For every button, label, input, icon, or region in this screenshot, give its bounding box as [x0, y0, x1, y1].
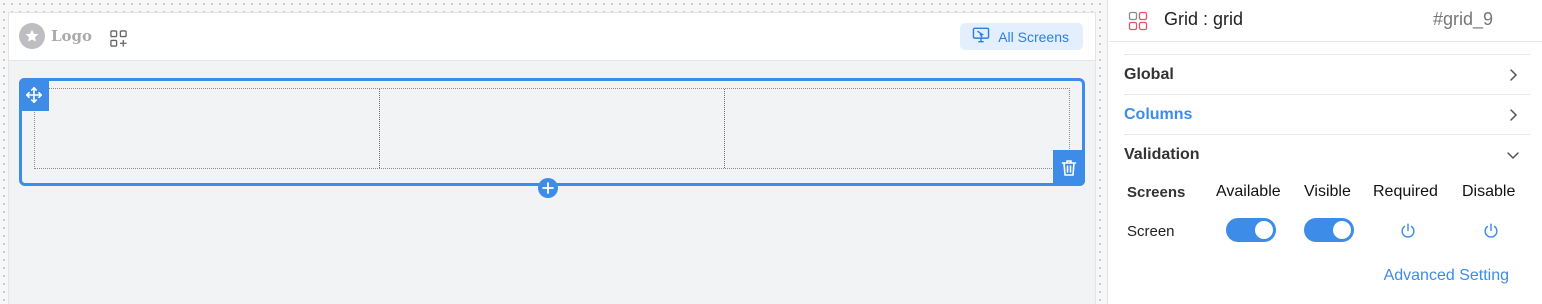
- chevron-right-icon: [1510, 108, 1518, 121]
- section-global[interactable]: Global: [1124, 54, 1530, 94]
- page-header: Logo All Screens: [9, 13, 1095, 61]
- logo-text: Logo: [51, 27, 93, 45]
- header-disable: Disable: [1462, 183, 1516, 200]
- plus-icon[interactable]: [538, 178, 558, 198]
- grid-column-2[interactable]: [379, 89, 724, 168]
- page-preview: Logo All Screens: [8, 12, 1096, 304]
- element-id: #grid_9: [1432, 9, 1493, 29]
- move-icon[interactable]: [19, 78, 49, 111]
- grid-column-3[interactable]: [724, 89, 1069, 168]
- add-widget-icon[interactable]: [108, 28, 128, 48]
- section-label-validation: Validation: [1124, 145, 1200, 163]
- section-validation[interactable]: Validation: [1124, 134, 1530, 174]
- available-toggle[interactable]: [1226, 218, 1276, 242]
- chevron-right-icon: [1510, 68, 1518, 81]
- star-icon: [19, 23, 45, 49]
- grid-widget[interactable]: [19, 78, 1085, 198]
- grid-column-1[interactable]: [35, 89, 379, 168]
- disable-toggle[interactable]: [1480, 220, 1502, 242]
- section-label-global: Global: [1124, 65, 1174, 83]
- header-screens: Screens: [1127, 184, 1186, 201]
- all-screens-label: All Screens: [998, 28, 1069, 45]
- trash-icon[interactable]: [1053, 150, 1085, 186]
- section-columns[interactable]: Columns: [1124, 94, 1530, 134]
- section-label-columns: Columns: [1124, 105, 1193, 123]
- panel-header: Grid : grid #grid_9: [1109, 0, 1542, 42]
- advanced-setting-link[interactable]: Advanced Setting: [1384, 267, 1509, 285]
- required-toggle[interactable]: [1397, 220, 1419, 242]
- builder-canvas: Logo All Screens: [0, 0, 1108, 304]
- screen-name: Screen: [1127, 223, 1175, 240]
- grid-columns: [34, 88, 1070, 169]
- header-required: Required: [1373, 183, 1438, 200]
- properties-panel: Grid : grid #grid_9 Global Columns Valid…: [1109, 0, 1542, 304]
- toggle-knob: [1333, 221, 1351, 239]
- all-screens-button[interactable]: All Screens: [960, 23, 1083, 50]
- header-visible: Visible: [1304, 183, 1351, 200]
- panel-title: Grid : grid: [1164, 9, 1244, 29]
- grid-icon: [1128, 11, 1148, 31]
- toggle-knob: [1255, 221, 1273, 239]
- header-available: Available: [1216, 183, 1281, 200]
- visible-toggle[interactable]: [1304, 218, 1354, 242]
- monitor-icon: [972, 27, 990, 46]
- logo: Logo: [19, 22, 92, 50]
- power-icon: [1484, 223, 1498, 238]
- power-icon: [1401, 223, 1415, 238]
- chevron-down-icon: [1507, 151, 1519, 159]
